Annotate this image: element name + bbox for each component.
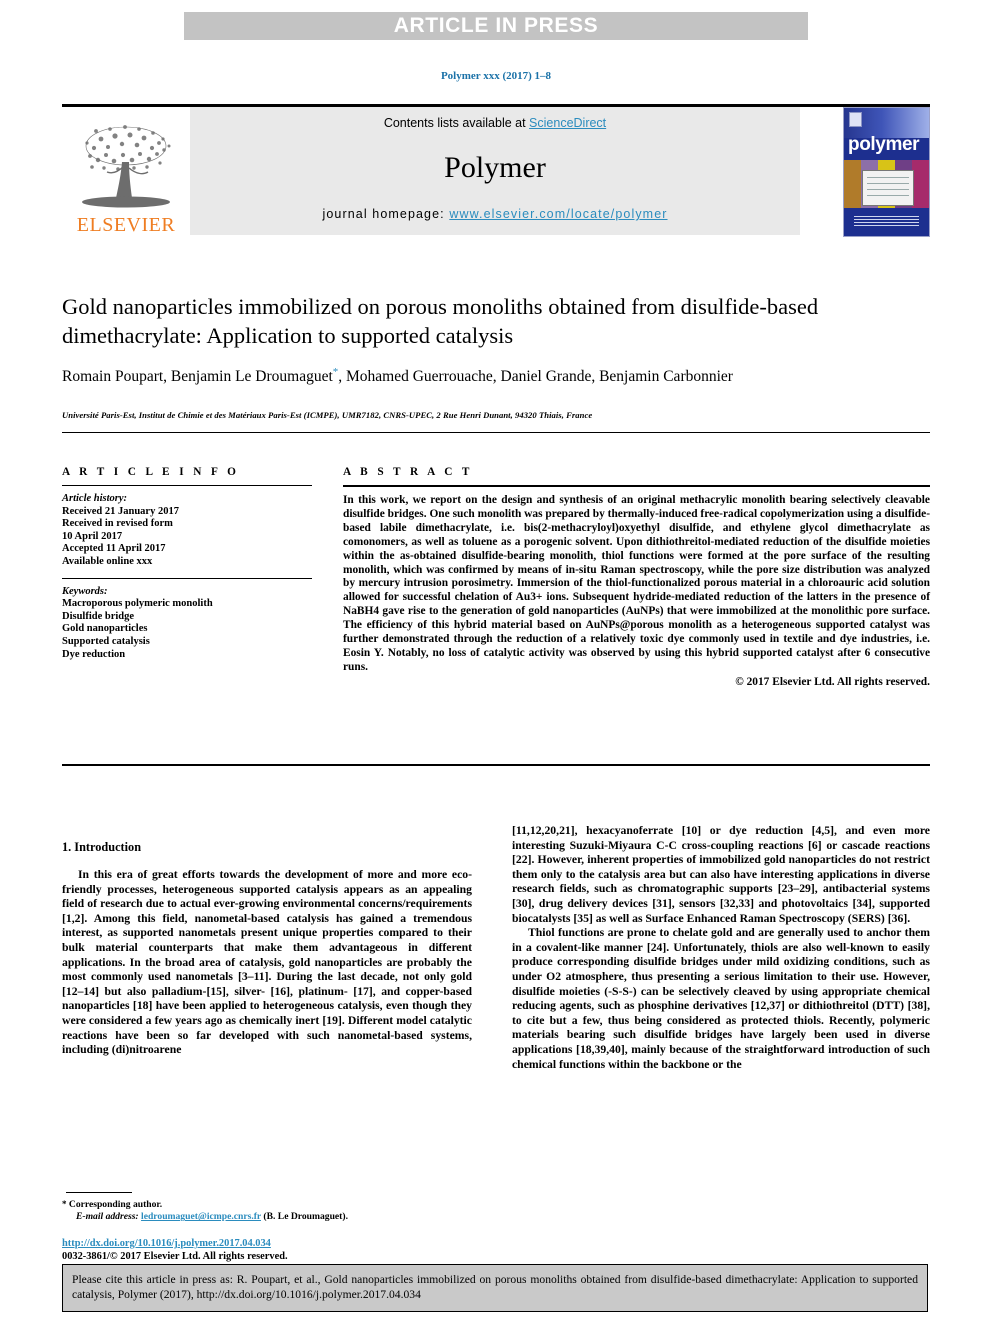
page-title: Gold nanoparticles immobilized on porous… (62, 294, 819, 348)
contents-line: Contents lists available at ScienceDirec… (190, 116, 800, 130)
keyword-item: Macroporous polymeric monolith (62, 598, 213, 610)
keyword-item: Gold nanoparticles (62, 623, 148, 635)
article-history-block: Article history: Received 21 January 201… (62, 493, 312, 569)
section-heading-introduction: 1. Introduction (62, 840, 142, 854)
journal-title: Polymer (444, 151, 546, 184)
article-history-title: Article history: (62, 493, 128, 504)
affiliation-rule (62, 432, 930, 433)
abstract-rule (343, 485, 930, 487)
doi-link[interactable]: http://dx.doi.org/10.1016/j.polymer.2017… (62, 1238, 271, 1249)
keyword-item: Supported catalysis (62, 635, 150, 647)
cover-journal-title: polymer (848, 134, 920, 155)
cite-this-article-text: Please cite this article in press as: R.… (72, 1273, 918, 1301)
contents-prefix: Contents lists available at (383, 116, 530, 130)
cover-inset-figure (862, 170, 914, 206)
abstract-heading: A B S T R A C T (343, 466, 473, 478)
cover-publisher-mark (849, 112, 862, 127)
corresponding-author-label: Corresponding author. (68, 1199, 163, 1210)
article-info-column: A R T I C L E I N F O Article history: R… (62, 466, 312, 661)
footnote-block: * Corresponding author. E-mail address: … (62, 1198, 482, 1224)
sciencedirect-link[interactable]: ScienceDirect (529, 116, 606, 130)
article-info-heading: A R T I C L E I N F O (62, 466, 240, 478)
keyword-item: Dye reduction (62, 648, 126, 660)
email-label: E-mail address: (76, 1211, 139, 1223)
email-owner: (B. Le Droumaguet). (263, 1211, 348, 1223)
abstract-copyright: © 2017 Elsevier Ltd. All rights reserved… (735, 675, 930, 688)
journal-homepage-line: journal homepage: www.elsevier.com/locat… (190, 207, 800, 221)
body-column-right: [11,12,20,21], hexacyanoferrate [10] or … (512, 824, 930, 1072)
cover-footer-text (854, 216, 919, 228)
article-history-item: Available online xxx (62, 555, 153, 567)
article-history-item: Received 21 January 2017 (62, 505, 179, 517)
article-in-press-label: ARTICLE IN PRESS (393, 14, 599, 37)
masthead-center: Contents lists available at ScienceDirec… (190, 107, 800, 235)
affiliation: Université Paris-Est, Institut de Chimie… (62, 410, 593, 420)
abstract-body: In this work, we report on the design an… (343, 494, 930, 673)
footnote-rule (66, 1192, 132, 1193)
article-history-item: Accepted 11 April 2017 (62, 543, 166, 555)
journal-cover-thumbnail: polymer (843, 107, 930, 237)
intro-paragraph-right-1: [11,12,20,21], hexacyanoferrate [10] or … (512, 824, 930, 925)
author-list: Romain Poupart, Benjamin Le Droumaguet*,… (62, 362, 882, 387)
elsevier-tree-icon (82, 125, 171, 208)
asterisk-icon: * (62, 1199, 67, 1209)
article-info-separator (62, 577, 312, 579)
keywords-title: Keywords: (62, 585, 108, 597)
authors-part-1: Romain Poupart, Benjamin Le Droumaguet (62, 368, 333, 386)
elsevier-logo: ELSEVIER (62, 107, 190, 235)
keywords-block: Keywords: Macroporous polymeric monolith… (62, 586, 312, 662)
abstract-bottom-rule (62, 764, 930, 766)
keyword-item: Disulfide bridge (62, 610, 135, 622)
corresponding-author-note: * Corresponding author. (62, 1198, 482, 1211)
body-column-left: 1. Introduction In this era of great eff… (62, 840, 472, 1058)
issn-copyright-line: 0032-3861/© 2017 Elsevier Ltd. All right… (62, 1251, 288, 1262)
article-first-page: ARTICLE IN PRESS Polymer xxx (2017) 1–8 (0, 0, 992, 1323)
homepage-prefix: journal homepage: (322, 207, 450, 221)
intro-paragraph-right-2: Thiol functions are prone to chelate gol… (512, 926, 930, 1071)
elsevier-wordmark: ELSEVIER (76, 214, 176, 236)
email-note: E-mail address: ledroumaguet@icmpe.cnrs.… (62, 1211, 482, 1223)
intro-paragraph-left: In this era of great efforts towards the… (62, 868, 472, 1057)
article-info-rule (62, 485, 312, 486)
email-link[interactable]: ledroumaguet@icmpe.cnrs.fr (141, 1211, 261, 1222)
abstract-column: A B S T R A C T In this work, we report … (343, 466, 930, 688)
cite-this-article-box: Please cite this article in press as: R.… (62, 1264, 928, 1312)
journal-homepage-link[interactable]: www.elsevier.com/locate/polymer (449, 207, 667, 221)
journal-masthead: ELSEVIER Contents lists available at Sci… (62, 107, 930, 237)
article-history-item: Received in revised form (62, 518, 173, 530)
article-history-item: 10 April 2017 (62, 530, 123, 542)
authors-part-2: , Mohamed Guerrouache, Daniel Grande, Be… (338, 368, 733, 386)
article-in-press-banner: ARTICLE IN PRESS (184, 12, 808, 40)
running-head: Polymer xxx (2017) 1–8 (440, 70, 552, 82)
